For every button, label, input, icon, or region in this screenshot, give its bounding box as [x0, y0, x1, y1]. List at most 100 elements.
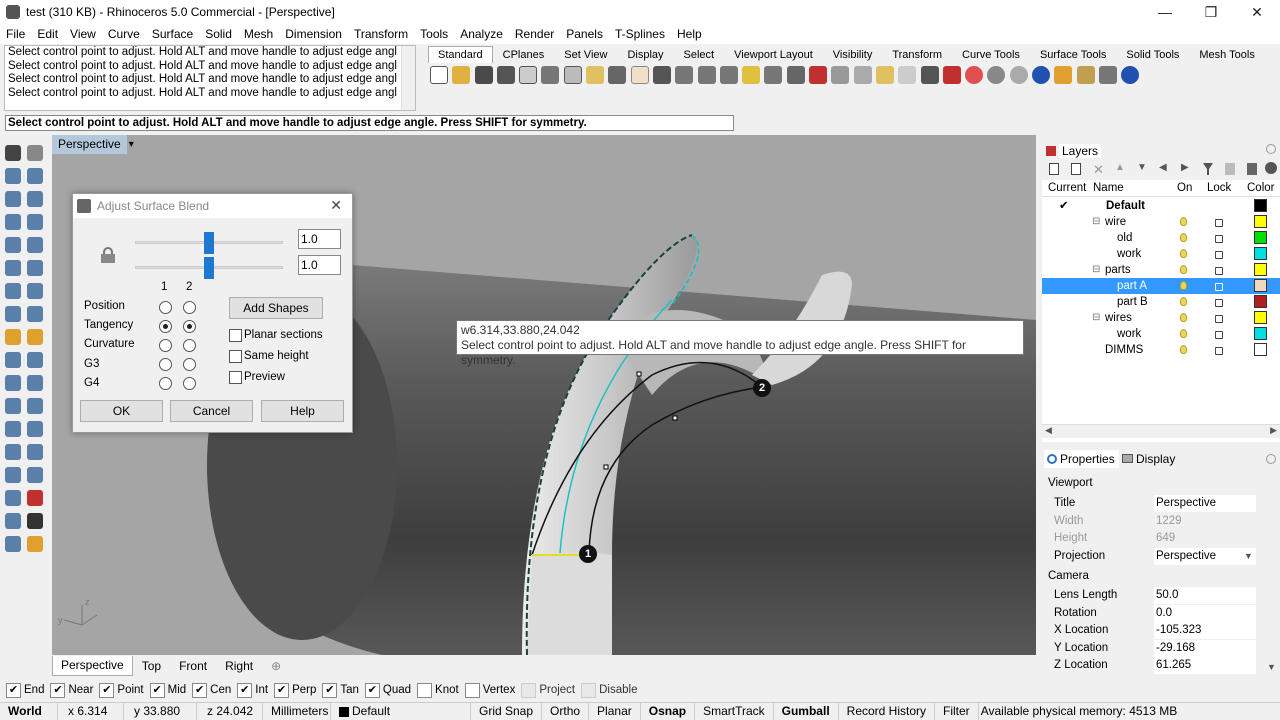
- copy-icon[interactable]: [563, 66, 582, 84]
- layers-hscrollbar[interactable]: ◀ ▶: [1042, 424, 1280, 438]
- menu-dimension[interactable]: Dimension: [279, 24, 348, 44]
- tangency-radio-2[interactable]: [183, 320, 196, 333]
- layer-on-bulb-icon[interactable]: [1180, 329, 1187, 338]
- layer-unlock-icon[interactable]: [1215, 219, 1223, 227]
- new-file-icon[interactable]: [430, 66, 448, 84]
- tab-front[interactable]: Front: [170, 656, 216, 676]
- header-name[interactable]: Name: [1093, 180, 1124, 197]
- osnap-int[interactable]: ✔ Int: [237, 682, 268, 698]
- command-prompt[interactable]: Select control point to adjust. Hold ALT…: [5, 115, 734, 131]
- same-height-checkbox[interactable]: [229, 350, 242, 363]
- extrude-icon[interactable]: [5, 306, 21, 322]
- osnap-tan[interactable]: ✔ Tan: [322, 682, 359, 698]
- osnap-checkbox[interactable]: ✔: [274, 682, 290, 698]
- sphere-icon[interactable]: [27, 283, 43, 299]
- osnap-checkbox[interactable]: ✔: [149, 682, 165, 698]
- menu-file[interactable]: File: [0, 24, 31, 44]
- osnap-checkbox[interactable]: [464, 682, 480, 698]
- tab-set-view[interactable]: Set View: [554, 46, 617, 63]
- close-window-button[interactable]: ✕: [1234, 0, 1280, 24]
- tab-transform[interactable]: Transform: [882, 46, 952, 63]
- slider-thumb-1[interactable]: [204, 232, 214, 254]
- tab-viewport-layout[interactable]: Viewport Layout: [724, 46, 823, 63]
- zoom-extents-icon[interactable]: [719, 66, 738, 84]
- gumball-toggle[interactable]: Gumball: [774, 703, 839, 720]
- zoom-icon[interactable]: [675, 66, 694, 84]
- osnap-point[interactable]: ✔ Point: [99, 682, 144, 698]
- tab-right[interactable]: Right: [216, 656, 262, 676]
- header-current[interactable]: Current: [1048, 180, 1086, 197]
- layer-row-work-2[interactable]: work: [1042, 326, 1280, 342]
- tangency-radio-1[interactable]: [159, 320, 172, 333]
- layer-color-swatch[interactable]: [1254, 199, 1267, 212]
- layer-on-bulb-icon[interactable]: [1180, 249, 1187, 258]
- shaded-sphere-icon[interactable]: [987, 66, 1006, 84]
- panel-close-icon[interactable]: [1266, 454, 1276, 464]
- options-gear-icon[interactable]: [1076, 66, 1095, 84]
- position-radio-2[interactable]: [183, 301, 196, 314]
- polyline-icon[interactable]: [5, 168, 21, 184]
- rectangle-icon[interactable]: [27, 214, 43, 230]
- layer-unlock-icon[interactable]: [1215, 315, 1223, 323]
- four-viewports-icon[interactable]: [786, 66, 805, 84]
- cplane-indicator[interactable]: World: [0, 703, 58, 720]
- trim-icon[interactable]: [5, 352, 21, 368]
- arc-icon[interactable]: [27, 191, 43, 207]
- new-sublayer-icon[interactable]: [1071, 163, 1081, 175]
- zoom-selected-icon[interactable]: [742, 66, 761, 84]
- value-input-2[interactable]: 1.0: [298, 255, 341, 275]
- pen-icon[interactable]: [1054, 66, 1073, 84]
- layer-on-bulb-icon[interactable]: [1180, 217, 1187, 226]
- free-form-icon[interactable]: [27, 237, 43, 253]
- gumball-icon[interactable]: [27, 490, 43, 506]
- header-on[interactable]: On: [1177, 180, 1192, 197]
- circle-icon[interactable]: [5, 191, 21, 207]
- marker-1[interactable]: 1: [579, 545, 597, 563]
- fillet-icon[interactable]: [27, 329, 43, 345]
- menu-edit[interactable]: Edit: [31, 24, 64, 44]
- g4-radio-2[interactable]: [183, 377, 196, 390]
- new-layer-icon[interactable]: [1049, 163, 1059, 175]
- osnap-toggle[interactable]: Osnap: [641, 703, 696, 720]
- layer-on-bulb-icon[interactable]: [1180, 265, 1187, 274]
- tab-standard[interactable]: Standard: [428, 46, 493, 63]
- panel-close-icon[interactable]: [1266, 144, 1276, 154]
- layers-tab[interactable]: Layers: [1059, 144, 1102, 158]
- osnap-checkbox[interactable]: ✔: [99, 682, 115, 698]
- collapse-icon[interactable]: ⊟: [1092, 214, 1100, 230]
- planar-toggle[interactable]: Planar: [589, 703, 641, 720]
- layer-row-part-a[interactable]: part A: [1042, 278, 1280, 294]
- layer-color-swatch[interactable]: [1254, 343, 1267, 356]
- x-location-value[interactable]: -105.323: [1154, 622, 1256, 639]
- g3-radio-2[interactable]: [183, 358, 196, 371]
- properties-scrollbar[interactable]: ▼: [1264, 476, 1278, 674]
- offset-icon[interactable]: [5, 398, 21, 414]
- light-bulb-icon[interactable]: [898, 66, 917, 84]
- layer-color-swatch[interactable]: [1254, 311, 1267, 324]
- tab-select[interactable]: Select: [674, 46, 725, 63]
- point-icon[interactable]: [27, 145, 43, 161]
- scroll-left-icon[interactable]: ◀: [1045, 425, 1052, 436]
- help-icon[interactable]: [1121, 66, 1140, 84]
- wrench-icon[interactable]: [1247, 163, 1257, 175]
- minimize-button[interactable]: —: [1142, 0, 1188, 24]
- solid-edit-icon[interactable]: [5, 467, 21, 483]
- menu-view[interactable]: View: [64, 24, 102, 44]
- open-file-icon[interactable]: [452, 66, 471, 84]
- delete-layer-icon[interactable]: ✕: [1093, 162, 1104, 178]
- osnap-near[interactable]: ✔ Near: [50, 682, 93, 698]
- add-viewport-tab-icon[interactable]: ⊕: [262, 656, 290, 676]
- layer-color-swatch[interactable]: [1254, 279, 1267, 292]
- import-icon[interactable]: [519, 66, 538, 84]
- cplane-icon[interactable]: [853, 66, 872, 84]
- layer-row-parts[interactable]: ⊟ parts: [1042, 262, 1280, 278]
- layer-icon[interactable]: [942, 66, 961, 84]
- layer-on-bulb-icon[interactable]: [1180, 281, 1187, 290]
- scroll-right-icon[interactable]: ▶: [1270, 425, 1277, 436]
- tab-curve-tools[interactable]: Curve Tools: [952, 46, 1030, 63]
- collapse-icon[interactable]: ⊟: [1092, 310, 1100, 326]
- marker-2[interactable]: 2: [753, 379, 771, 397]
- check-icon[interactable]: [27, 513, 43, 529]
- viewport-dropdown-icon[interactable]: ▾: [129, 139, 134, 150]
- undo-icon[interactable]: [608, 66, 627, 84]
